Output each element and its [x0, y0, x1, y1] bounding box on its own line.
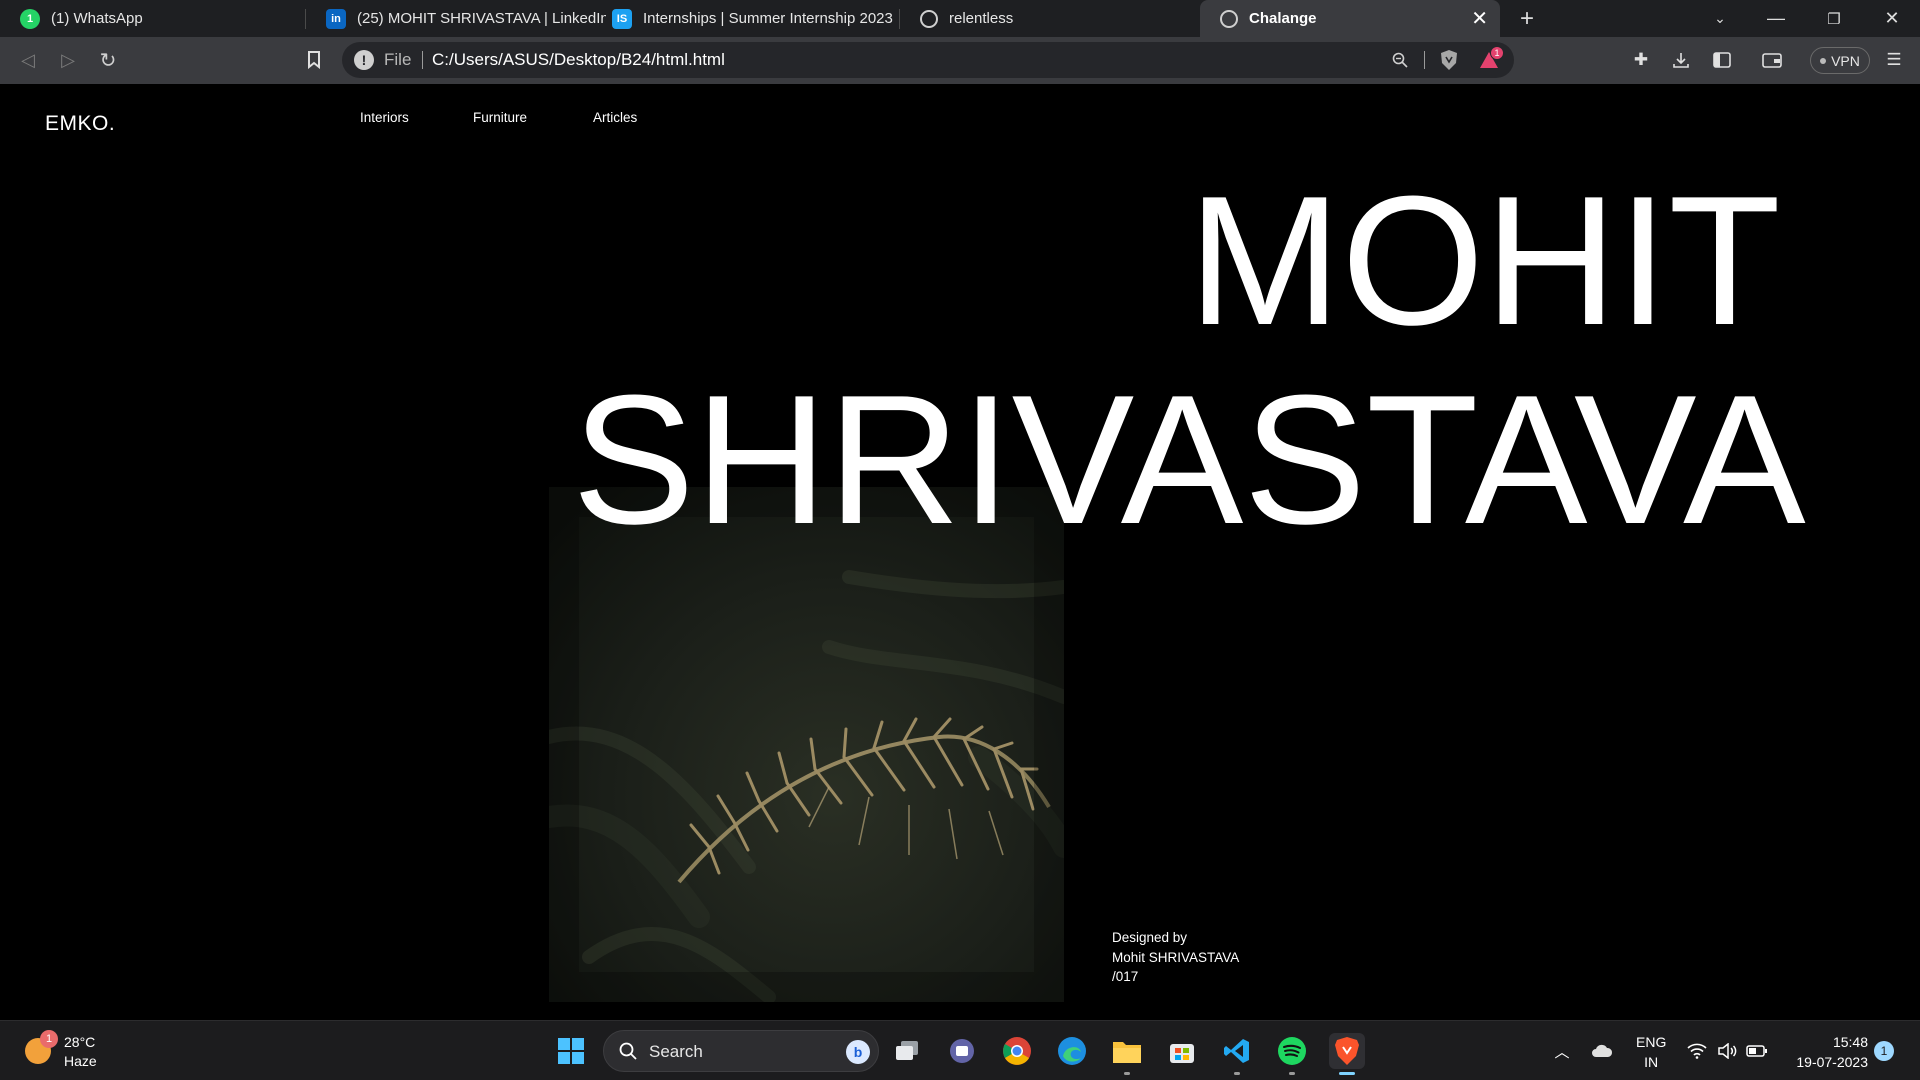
running-indicator — [1289, 1072, 1295, 1075]
bing-icon: b — [846, 1040, 870, 1064]
tab-whatsapp[interactable]: 1 (1) WhatsApp — [0, 0, 305, 37]
linkedin-icon: in — [326, 8, 346, 29]
spotify-icon[interactable] — [1274, 1033, 1310, 1075]
internshala-icon: IS — [612, 8, 632, 29]
tab-label: relentless — [949, 10, 1014, 27]
tab-label: (25) MOHIT SHRIVASTAVA | LinkedIn — [357, 10, 606, 27]
battery-icon[interactable] — [1745, 1039, 1769, 1063]
fern-image — [549, 487, 1064, 1002]
credit-line-3: /017 — [1112, 969, 1139, 984]
wifi-icon[interactable] — [1685, 1039, 1709, 1063]
volume-icon[interactable] — [1715, 1039, 1739, 1063]
weather-widget[interactable]: 1 28°C Haze — [22, 1030, 132, 1072]
tab-relentless[interactable]: relentless — [900, 0, 1200, 37]
file-explorer-icon[interactable] — [1109, 1033, 1145, 1075]
vpn-status-dot — [1820, 57, 1827, 64]
address-bar[interactable]: ! File C:/Users/ASUS/Desktop/B24/html.ht… — [342, 42, 1514, 78]
nav-link-furniture[interactable]: Furniture — [473, 110, 527, 125]
browser-tab-strip: 1 (1) WhatsApp in (25) MOHIT SHRIVASTAVA… — [0, 0, 1920, 37]
windows-taskbar: 1 28°C Haze Search b ︿ ENG IN 15:48 19-0… — [0, 1020, 1920, 1080]
search-icon — [618, 1041, 638, 1061]
vpn-button[interactable]: VPN — [1810, 47, 1870, 74]
brave-rewards-icon[interactable]: 1 — [1478, 46, 1504, 71]
nav-link-interiors[interactable]: Interiors — [360, 110, 409, 125]
running-indicator — [1124, 1072, 1130, 1075]
site-info-icon[interactable]: ! — [354, 50, 374, 70]
back-button[interactable]: ◁ — [14, 46, 42, 74]
brave-icon[interactable] — [1329, 1033, 1365, 1075]
nav-link-articles[interactable]: Articles — [593, 110, 637, 125]
site-logo[interactable]: EMKO. — [45, 112, 115, 136]
globe-icon — [920, 9, 938, 28]
clock-date: 19-07-2023 — [1796, 1054, 1868, 1070]
vpn-label: VPN — [1831, 52, 1860, 69]
task-view-icon[interactable] — [889, 1033, 925, 1069]
start-icon[interactable] — [553, 1033, 589, 1069]
onedrive-cloud-icon[interactable] — [1590, 1039, 1614, 1063]
close-window-button[interactable]: ✕ — [1876, 0, 1908, 37]
restore-button[interactable]: ❐ — [1818, 0, 1850, 37]
tab-linkedin[interactable]: in (25) MOHIT SHRIVASTAVA | LinkedIn — [306, 0, 606, 37]
designer-credit: Designed by Mohit SHRIVASTAVA /017 — [1112, 928, 1239, 987]
store-icon[interactable] — [1164, 1033, 1200, 1069]
weather-temperature: 28°C — [64, 1034, 96, 1050]
forward-button[interactable]: ▷ — [54, 46, 82, 74]
show-hidden-icons-chevron-icon[interactable]: ︿ — [1550, 1039, 1574, 1063]
tab-list-chevron-icon[interactable]: ⌄ — [1704, 0, 1736, 37]
downloads-icon[interactable] — [1669, 48, 1693, 72]
running-indicator — [1339, 1072, 1355, 1075]
credit-line-1: Designed by — [1112, 930, 1188, 945]
url-divider — [422, 51, 423, 69]
language-code: ENG — [1636, 1034, 1667, 1050]
bookmark-icon-glyph — [308, 51, 320, 69]
clock-time: 15:48 — [1832, 1034, 1868, 1050]
brave-shield-icon[interactable] — [1438, 49, 1460, 71]
language-region: IN — [1644, 1054, 1659, 1070]
teams-icon[interactable] — [944, 1033, 980, 1069]
fern-illustration — [549, 487, 1064, 1002]
url-text[interactable]: C:/Users/ASUS/Desktop/B24/html.html — [432, 50, 725, 70]
reload-button[interactable]: ↻ — [94, 46, 122, 74]
bookmark-icon[interactable] — [300, 46, 328, 74]
globe-icon — [1220, 9, 1238, 28]
url-scheme-label: File — [384, 50, 412, 69]
url-divider — [1424, 51, 1425, 69]
wallet-icon[interactable] — [1760, 48, 1784, 72]
input-language[interactable]: ENG IN — [1636, 1032, 1666, 1072]
tab-label: (1) WhatsApp — [51, 10, 143, 27]
tab-internshala[interactable]: IS Internships | Summer Internship 2023 — [592, 0, 898, 37]
taskbar-search[interactable]: Search b — [603, 1030, 879, 1072]
zoom-icon[interactable] — [1389, 49, 1411, 71]
tab-label: Internships | Summer Internship 2023 — [643, 10, 893, 27]
page-viewport: EMKO. Interiors Furniture Articles MOHIT… — [0, 84, 1920, 1020]
chrome-icon[interactable] — [999, 1033, 1035, 1069]
search-label: Search — [649, 1042, 703, 1061]
credit-line-2: Mohit SHRIVASTAVA — [1112, 949, 1240, 965]
hero-last-name: SHRIVASTAVA — [572, 356, 1806, 562]
extensions-icon[interactable]: ✚ — [1629, 48, 1653, 72]
edge-icon[interactable] — [1054, 1033, 1090, 1069]
weather-badge: 1 — [40, 1030, 58, 1048]
browser-toolbar: ◁ ▷ ↻ ! File C:/Users/ASUS/Desktop/B24/h… — [0, 37, 1920, 84]
weather-condition: Haze — [64, 1053, 97, 1069]
whatsapp-icon: 1 — [20, 8, 40, 29]
system-clock[interactable]: 15:48 19-07-2023 — [1778, 1032, 1868, 1072]
hero-first-name: MOHIT — [1188, 157, 1781, 363]
tab-label: Chalange — [1249, 10, 1317, 27]
close-tab-icon[interactable]: ✕ — [1471, 6, 1488, 31]
minimize-button[interactable]: — — [1760, 0, 1792, 37]
notification-badge[interactable]: 1 — [1874, 1041, 1894, 1061]
vscode-icon[interactable] — [1219, 1033, 1255, 1075]
sidebar-icon[interactable] — [1710, 48, 1734, 72]
rewards-badge: 1 — [1490, 46, 1504, 60]
new-tab-button[interactable]: + — [1511, 0, 1543, 37]
tab-chalange[interactable]: Chalange ✕ — [1200, 0, 1500, 37]
running-indicator — [1234, 1072, 1240, 1075]
menu-icon[interactable]: ☰ — [1882, 48, 1906, 72]
